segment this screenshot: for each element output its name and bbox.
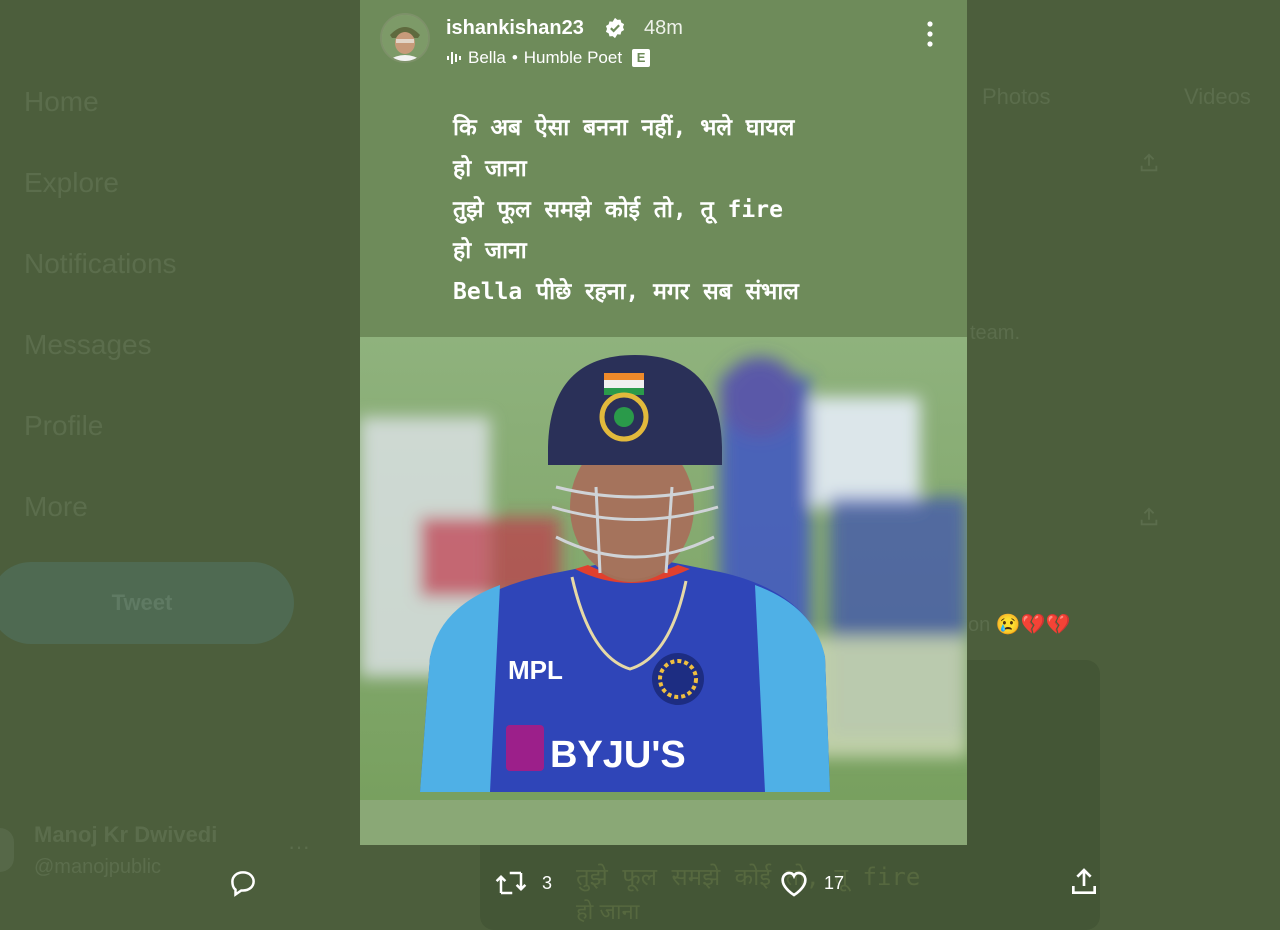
story-username[interactable]: ishankishan23 [446, 17, 584, 40]
story-lyrics: कि अब ऐसा बनना नहीं, भले घायल हो जाना तु… [453, 115, 799, 305]
tweet-button[interactable]: Tweet [0, 562, 294, 644]
retweet-action[interactable]: 3 [494, 868, 552, 898]
background-ghost-lyrics: तुझे फूल समझे कोई तो, तू fire [576, 863, 921, 891]
retweet-icon[interactable] [494, 868, 528, 898]
avatar[interactable] [380, 13, 430, 63]
nav-profile[interactable]: Profile [24, 404, 177, 485]
account-handle: @manojpublic [34, 856, 162, 878]
account-name: Manoj Kr Dwivedi [34, 822, 218, 847]
avatar-image [382, 15, 428, 61]
nav-more[interactable]: More [24, 485, 177, 566]
background-ghost-lyrics-2: हो जाना [576, 899, 640, 924]
share-icon[interactable] [1068, 866, 1100, 898]
more-options-icon[interactable] [926, 20, 934, 48]
explicit-badge: E [632, 49, 651, 67]
story-bottom-band [360, 800, 967, 845]
story-viewer: ishankishan23 48m Bella • Humble Poet E … [360, 0, 967, 845]
more-icon[interactable]: ··· [288, 834, 310, 860]
share-icon[interactable] [1138, 152, 1160, 174]
heart-icon[interactable] [778, 868, 810, 898]
reply-icon[interactable] [228, 868, 258, 898]
music-attribution[interactable]: Bella • Humble Poet E [446, 48, 651, 68]
story-photo: MPL BYJU'S [360, 337, 967, 800]
nav-notifications[interactable]: Notifications [24, 242, 177, 323]
share-action[interactable] [1068, 866, 1100, 898]
music-separator: • [511, 48, 518, 67]
story-header: ishankishan23 48m Bella • Humble Poet E [360, 0, 967, 80]
tab-videos[interactable]: Videos [1184, 84, 1251, 110]
background-text-team: team. [970, 322, 1021, 344]
story-timestamp: 48m [644, 17, 683, 39]
like-count: 17 [824, 872, 845, 893]
music-artist: Humble Poet [523, 48, 623, 67]
audio-wave-icon [447, 52, 461, 64]
nav-explore[interactable]: Explore [24, 161, 177, 242]
tab-photos[interactable]: Photos [982, 84, 1051, 110]
background-nav: Home Explore Notifications Messages Prof… [24, 80, 177, 566]
nav-home[interactable]: Home [24, 80, 177, 161]
background-text-reaction: on 😢💔💔 [968, 614, 1071, 636]
avatar [0, 828, 14, 872]
share-icon[interactable] [1138, 506, 1160, 528]
cricketer-photo: MPL BYJU'S [360, 337, 967, 800]
jersey-kit-logo: MPL [508, 655, 563, 685]
retweet-count: 3 [542, 872, 553, 893]
nav-messages[interactable]: Messages [24, 323, 177, 404]
jersey-sponsor-logo: BYJU'S [550, 734, 686, 776]
reply-action[interactable] [228, 868, 258, 898]
verified-icon [605, 17, 625, 39]
like-action[interactable]: 17 [778, 868, 844, 898]
music-title: Bella [468, 48, 506, 67]
